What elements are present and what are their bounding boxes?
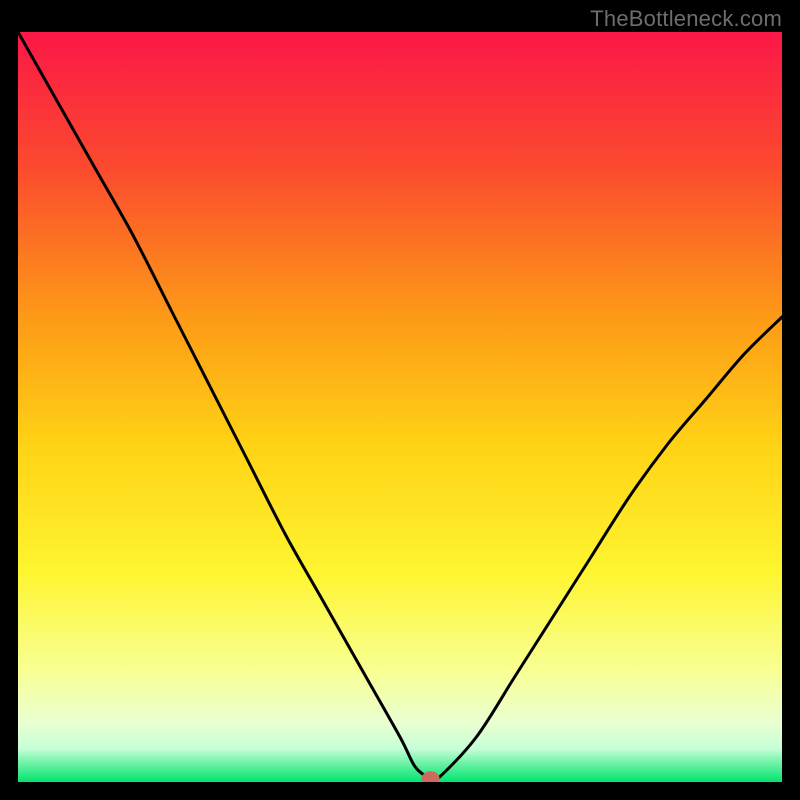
watermark-text: TheBottleneck.com [590,6,782,32]
plot-area [18,32,782,782]
chart-frame: TheBottleneck.com [0,0,800,800]
chart-svg [18,32,782,782]
gradient-background [18,32,782,782]
